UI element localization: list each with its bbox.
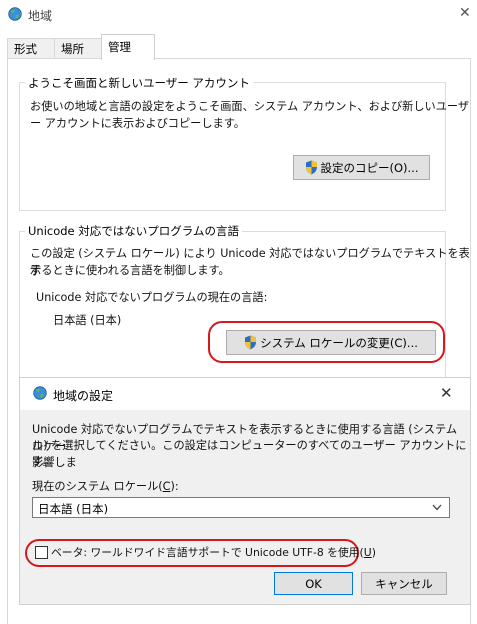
dialog-title: 地域の設定	[53, 389, 114, 403]
tab-label: 場所	[61, 42, 84, 56]
uac-shield-icon	[245, 335, 257, 350]
welcome-description-line-1: お使いの地域と言語の設定をようこそ画面、システム アカウント、および新しいユーザ	[30, 100, 470, 113]
cancel-button[interactable]: キャンセル	[361, 572, 447, 595]
tab-location[interactable]: 場所	[54, 38, 102, 59]
tab-label: 形式	[14, 42, 37, 56]
beta-utf8-checkbox[interactable]	[35, 546, 48, 559]
group-title: ようこそ画面と新しいユーザー アカウント	[25, 75, 253, 91]
close-icon[interactable]: ✕	[459, 5, 471, 21]
system-locale-select[interactable]: 日本語 (日本)	[32, 497, 450, 518]
current-language-label: Unicode 対応でないプログラムの現在の言語:	[36, 291, 268, 304]
beta-utf8-label[interactable]: ベータ: ワールドワイド言語サポートで Unicode UTF-8 を使用(U)	[51, 544, 376, 561]
dialog-description-line-3: す。	[32, 455, 54, 468]
button-label: システム ロケールの変更(C)...	[260, 335, 418, 350]
globe-icon	[33, 386, 47, 400]
window-title: 地域	[28, 9, 53, 23]
region-settings-dialog: 地域の設定 ✕ Unicode 対応でないプログラムでテキストを表示するときに使…	[19, 377, 471, 605]
button-label: キャンセル	[375, 576, 433, 591]
copy-settings-button[interactable]: 設定のコピー(O)...	[293, 155, 430, 180]
select-value: 日本語 (日本)	[38, 502, 109, 516]
uac-shield-icon	[305, 160, 317, 175]
change-system-locale-button[interactable]: システム ロケールの変更(C)...	[226, 330, 436, 355]
tab-label: 管理	[108, 40, 131, 54]
group-title: Unicode 対応ではないプログラムの言語	[25, 223, 242, 239]
region-titlebar: 地域 ✕	[0, 0, 477, 30]
welcome-description-line-2: ー アカウントに表示およびコピーします。	[30, 117, 245, 130]
non-unicode-description-line-2: するときに使われる言語を制御します。	[30, 264, 230, 277]
tab-admin[interactable]: 管理	[101, 34, 155, 60]
dialog-titlebar: 地域の設定 ✕	[20, 378, 470, 410]
ok-button[interactable]: OK	[274, 572, 353, 595]
chevron-down-icon	[432, 504, 442, 511]
system-locale-label: 現在のシステム ロケール(C):	[32, 480, 179, 493]
globe-icon	[8, 7, 22, 21]
current-language-value: 日本語 (日本)	[53, 314, 122, 327]
button-label: OK	[305, 576, 322, 591]
dialog-description-line-2: ル) を選択してください。この設定はコンピューターのすべてのユーザー アカウント…	[32, 439, 467, 469]
button-label: 設定のコピー(O)...	[320, 160, 419, 175]
tab-format[interactable]: 形式	[7, 38, 55, 59]
close-icon[interactable]: ✕	[440, 384, 453, 402]
